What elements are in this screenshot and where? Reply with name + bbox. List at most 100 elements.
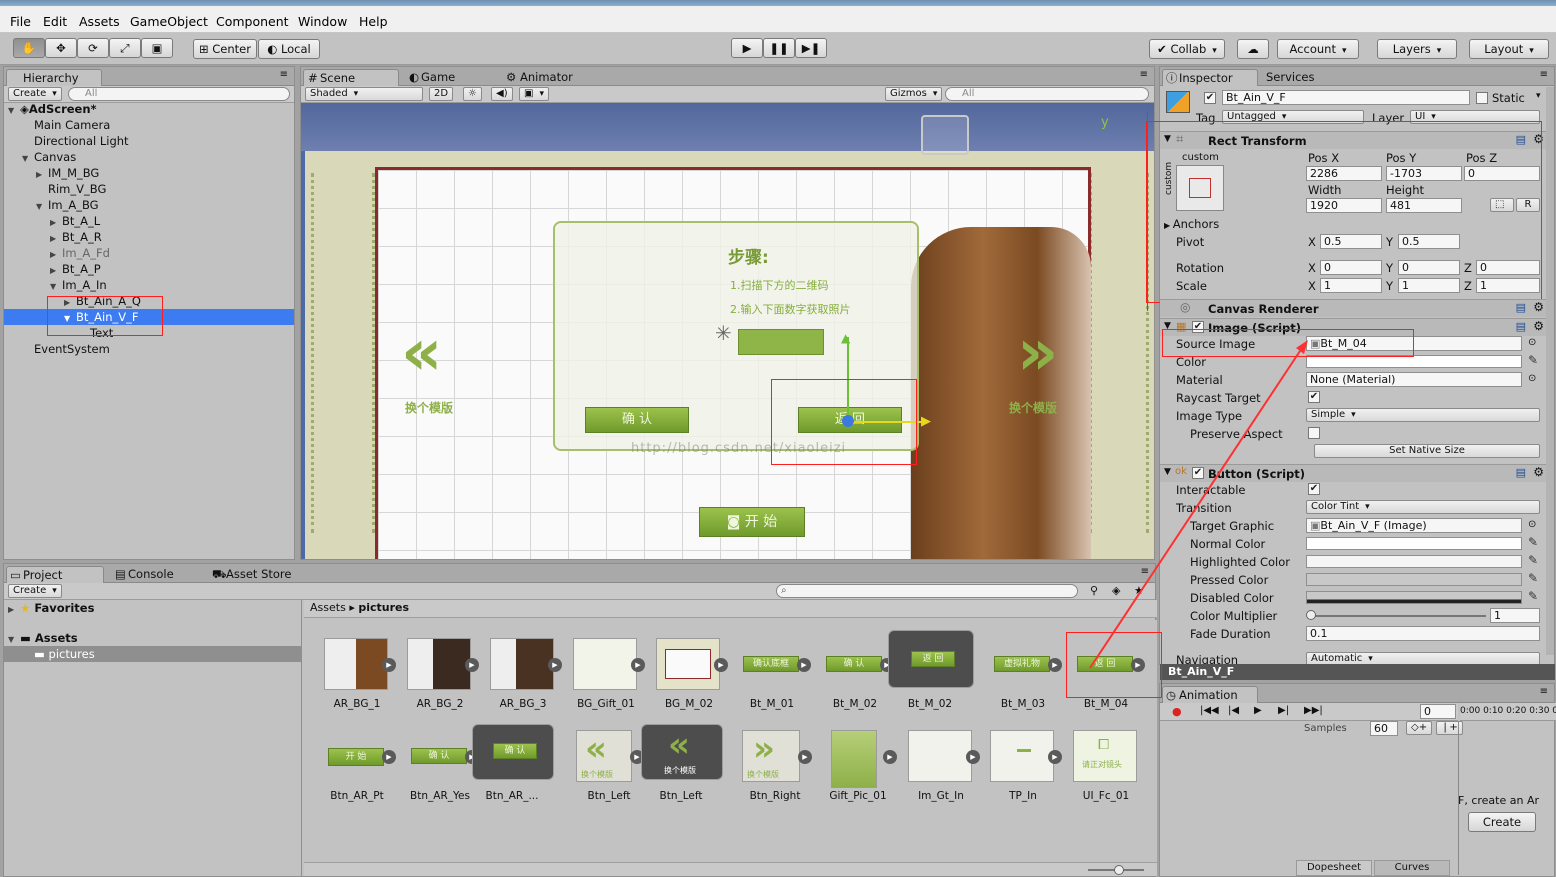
shading-dropdown[interactable]: Shaded [305, 87, 423, 101]
expand-sprite-icon[interactable]: ▶ [966, 750, 980, 764]
rect-tool-button[interactable]: ▣ [141, 38, 173, 58]
color-multiplier-slider[interactable] [1310, 615, 1486, 617]
expand-sprite-icon[interactable]: ▶ [631, 658, 645, 672]
scene-search-input[interactable]: All [945, 87, 1149, 101]
tree-item-canvas[interactable]: ▼ Canvas [22, 149, 76, 165]
tab-game[interactable]: ◐ Game [405, 69, 495, 86]
scale-tool-button[interactable]: ⤢ [109, 38, 141, 58]
tree-item-main-camera[interactable]: Main Camera [34, 117, 110, 133]
filter-label-icon[interactable]: ◈ [1112, 584, 1120, 597]
filter-type-icon[interactable]: ⚲ [1090, 584, 1098, 597]
assets-node[interactable]: ▼ ▬ Assets [8, 630, 78, 646]
timeline-ruler[interactable]: 0:00 0:10 0:20 0:30 0:40 [1460, 703, 1556, 721]
collab-dropdown[interactable]: ✔ Collab [1149, 39, 1225, 59]
asset-item[interactable]: 虚拟礼物 ▶ Bt_M_03 [984, 638, 1062, 726]
asset-item[interactable]: ▶ TP_In [984, 730, 1062, 818]
scene-viewport[interactable]: 步骤: 1.扫描下方的二维码 2.输入下面数字获取照片 ✳ 确 认 返 回 y … [301, 103, 1154, 559]
tab-project[interactable]: ▭ Project [6, 566, 104, 583]
asset-item[interactable]: ▶ BG_M_02 [650, 638, 728, 726]
asset-item[interactable]: 确 认 Btn_AR_... [468, 724, 556, 812]
gear-icon[interactable]: ⚙ [1533, 319, 1544, 333]
panel-menu-icon[interactable]: ≡ [1141, 566, 1149, 577]
help-book-icon[interactable]: ▤ [1516, 301, 1526, 314]
expand-sprite-icon[interactable]: ▶ [465, 658, 479, 672]
preserve-aspect-checkbox[interactable] [1308, 427, 1320, 439]
project-create-button[interactable]: Create [8, 584, 62, 598]
expand-sprite-icon[interactable]: ▶ [883, 750, 897, 764]
audio-toggle[interactable]: ◀) [491, 87, 513, 101]
expand-sprite-icon[interactable]: ▶ [1048, 658, 1062, 672]
tree-item-bt-a-r[interactable]: ▶ Bt_A_R [50, 229, 102, 245]
expand-sprite-icon[interactable]: ▶ [382, 750, 396, 764]
layers-dropdown[interactable]: Layers [1377, 39, 1457, 59]
move-tool-button[interactable]: ✥ [45, 38, 77, 58]
pivot-center-button[interactable]: ⊞ Center [193, 39, 257, 59]
button-enabled-checkbox[interactable]: ✔ [1192, 467, 1204, 479]
active-checkbox[interactable]: ✔ [1204, 92, 1216, 104]
normal-color-field[interactable] [1306, 537, 1522, 550]
tree-item-rim-v-bg[interactable]: Rim_V_BG [48, 181, 106, 197]
set-native-size-button[interactable]: Set Native Size [1314, 444, 1540, 458]
asset-item[interactable]: 确认底框 ▶ Bt_M_01 [733, 638, 811, 726]
project-search-input[interactable]: ⌕ [776, 584, 1078, 598]
tree-item-im-a-in[interactable]: ▼ Im_A_In [50, 277, 107, 293]
create-clip-button[interactable]: Create [1468, 812, 1536, 832]
tab-console[interactable]: ▤ Console [112, 566, 202, 583]
eyedropper-icon[interactable]: ✎ [1528, 571, 1538, 585]
curves-tab[interactable]: Curves [1374, 860, 1450, 876]
asset-item[interactable]: ▶ Gift_Pic_01 [819, 730, 897, 818]
panel-menu-icon[interactable]: ≡ [280, 69, 288, 80]
color-multiplier-field[interactable]: 1 [1490, 608, 1540, 623]
favorites-node[interactable]: ▶ ★ Favorites [8, 600, 94, 616]
breadcrumb-assets[interactable]: Assets [310, 601, 346, 614]
eyedropper-icon[interactable]: ✎ [1528, 553, 1538, 567]
tree-item-eventsystem[interactable]: EventSystem [34, 341, 110, 357]
inspector-scrollbar[interactable] [1546, 87, 1554, 655]
asset-item[interactable]: ▶ AR_BG_1 [318, 638, 396, 726]
start-button[interactable]: ◙ 开 始 [699, 507, 805, 537]
static-dropdown-icon[interactable]: ▾ [1536, 91, 1541, 101]
cloud-button[interactable]: ☁ [1237, 39, 1269, 59]
image-type-dropdown[interactable]: Simple [1306, 408, 1540, 422]
gear-icon[interactable]: ⚙ [1533, 465, 1544, 479]
material-field[interactable]: None (Material) [1306, 372, 1522, 387]
tab-animation[interactable]: ◷ Animation [1162, 686, 1258, 703]
rotate-tool-button[interactable]: ⟳ [77, 38, 109, 58]
target-graphic-field[interactable]: ▣Bt_Ain_V_F (Image) [1306, 518, 1522, 533]
mode-2d-toggle[interactable]: 2D [429, 87, 454, 101]
eyedropper-icon[interactable]: ✎ [1528, 535, 1538, 549]
expand-sprite-icon[interactable]: ▶ [548, 658, 562, 672]
asset-item[interactable]: 确 认 ▶ Bt_M_02 [816, 638, 894, 726]
object-name-field[interactable]: Bt_Ain_V_F [1222, 90, 1470, 105]
layout-dropdown[interactable]: Layout [1469, 39, 1549, 59]
hand-tool-button[interactable]: ✋ [13, 38, 45, 58]
confirm-button[interactable]: 确 认 [585, 407, 689, 433]
frame-field[interactable]: 0 [1420, 704, 1456, 719]
tab-services[interactable]: Services [1250, 69, 1330, 86]
raycast-target-checkbox[interactable]: ✔ [1308, 391, 1320, 403]
last-frame-icon[interactable]: ▶▶| [1304, 705, 1323, 716]
object-picker-icon[interactable]: ⊙ [1528, 337, 1536, 348]
breadcrumb-pictures[interactable]: pictures [358, 601, 409, 614]
asset-item[interactable]: ▶ AR_BG_2 [401, 638, 479, 726]
canvas-renderer-header[interactable]: ◎ Canvas Renderer ▤ ⚙ [1160, 299, 1554, 317]
first-frame-icon[interactable]: |◀◀ [1200, 705, 1219, 716]
panel-menu-icon[interactable]: ≡ [1140, 69, 1148, 80]
expand-sprite-icon[interactable]: ▶ [382, 658, 396, 672]
transition-dropdown[interactable]: Color Tint [1306, 500, 1540, 514]
menu-component[interactable]: Component [216, 14, 289, 29]
next-frame-icon[interactable]: ▶| [1278, 705, 1289, 716]
expand-sprite-icon[interactable]: ▶ [798, 750, 812, 764]
play-button[interactable]: ▶ [731, 38, 763, 58]
object-picker-icon[interactable]: ⊙ [1528, 519, 1536, 530]
gear-icon[interactable]: ⚙ [1533, 300, 1544, 314]
menu-gameobject[interactable]: GameObject [130, 14, 208, 29]
tree-item-bt-a-p[interactable]: ▶ Bt_A_P [50, 261, 101, 277]
eyedropper-icon[interactable]: ✎ [1528, 353, 1538, 367]
play-anim-icon[interactable]: ▶ [1254, 705, 1262, 716]
asset-item[interactable]: ▶ AR_BG_3 [484, 638, 562, 726]
menu-file[interactable]: File [10, 14, 31, 29]
tab-hierarchy[interactable]: Hierarchy [6, 69, 102, 86]
pause-button[interactable]: ❚❚ [763, 38, 795, 58]
tab-scene[interactable]: # Scene [303, 69, 399, 86]
